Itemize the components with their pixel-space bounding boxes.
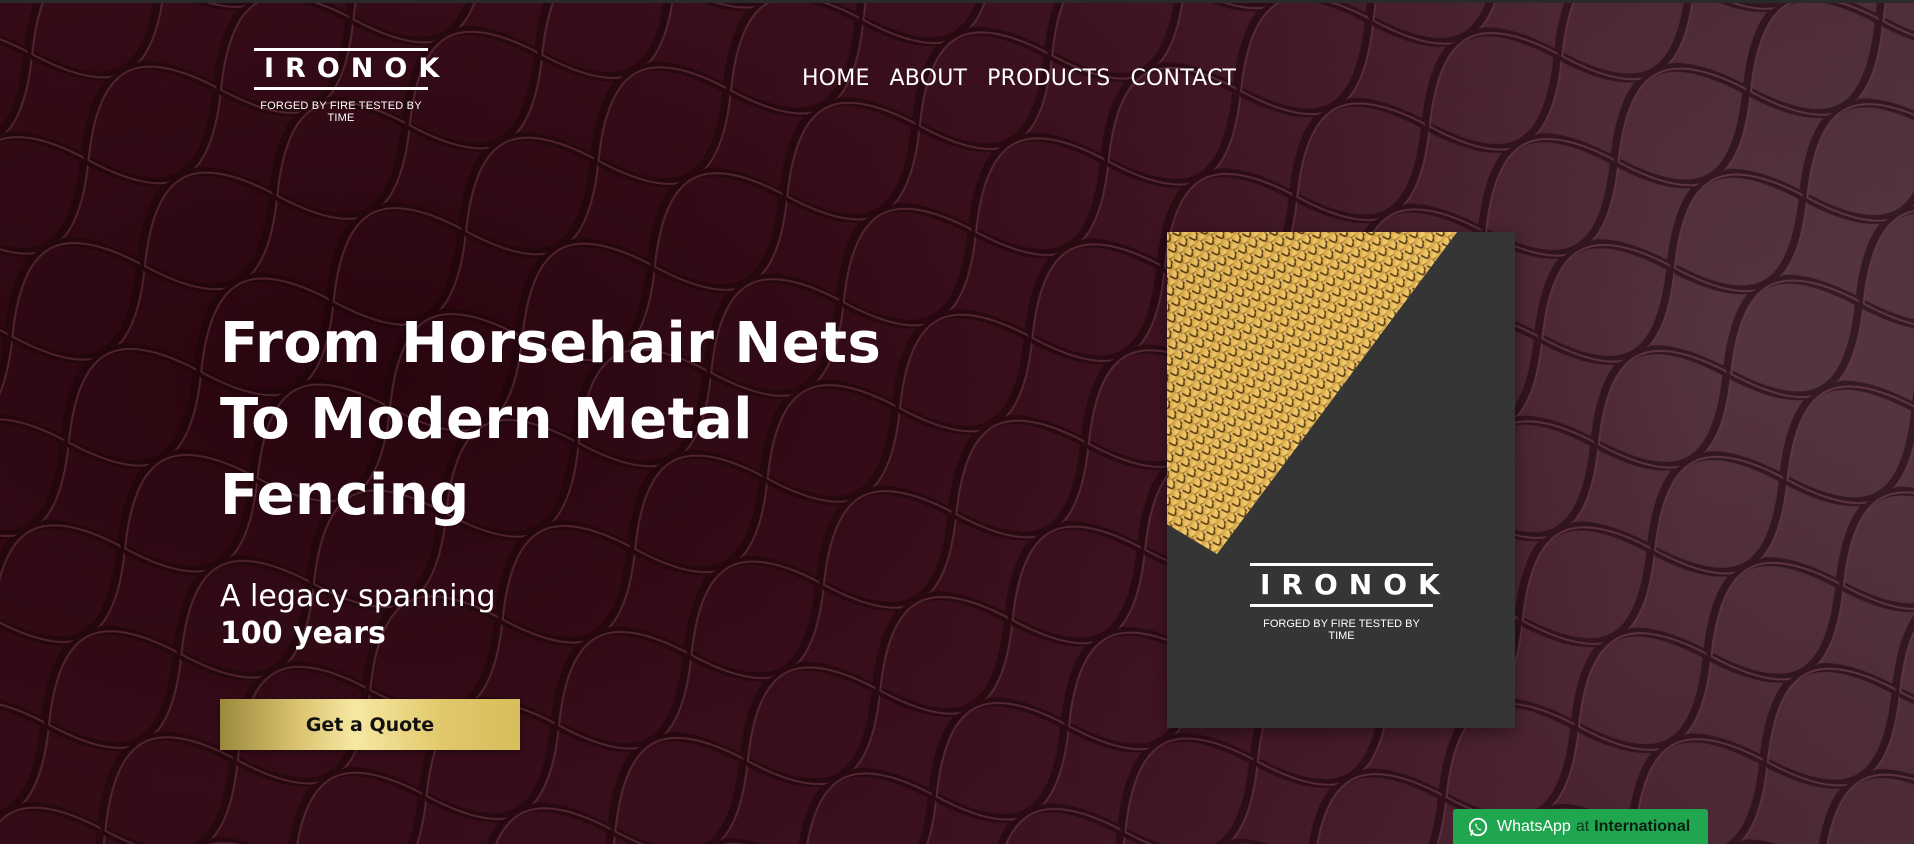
card-logo-tagline: FORGED BY FIRE TESTED BY TIME <box>1263 618 1420 642</box>
product-catalog-card[interactable] <box>1167 232 1515 728</box>
nav-products[interactable]: PRODUCTS <box>987 66 1110 91</box>
hero-subline: A legacy spanning 100 years <box>220 578 496 652</box>
whatsapp-icon <box>1468 817 1488 836</box>
logo-wordmark: IRONOK <box>264 53 451 84</box>
logo-tagline: FORGED BY FIRE TESTED BY TIME <box>260 100 422 124</box>
card-logo-wordmark: IRONOK <box>1260 568 1451 601</box>
card-logo-rule-bottom <box>1250 604 1433 607</box>
whatsapp-at: at <box>1575 817 1590 835</box>
nav-contact[interactable]: CONTACT <box>1130 66 1236 91</box>
site-logo[interactable]: IRONOK FORGED BY FIRE TESTED BY TIME <box>254 48 451 124</box>
hero-headline: From Horsehair Nets To Modern Metal Fenc… <box>220 311 882 528</box>
hero-subline-years: 100 years <box>220 616 386 651</box>
hero-subline-text: A legacy spanning <box>220 579 496 614</box>
logo-rule-bottom <box>254 87 428 90</box>
nav-about[interactable]: ABOUT <box>890 66 968 91</box>
gold-mesh-image <box>1167 232 1457 554</box>
main-nav: HOME ABOUT PRODUCTS CONTACT <box>802 66 1236 91</box>
card-logo: IRONOK FORGED BY FIRE TESTED BY TIME <box>1250 563 1451 642</box>
get-quote-button[interactable]: Get a Quote <box>220 699 520 750</box>
nav-home[interactable]: HOME <box>802 66 870 91</box>
whatsapp-region: International <box>1594 817 1691 835</box>
whatsapp-button[interactable]: WhatsApp at International <box>1453 809 1708 844</box>
whatsapp-label: WhatsApp <box>1497 817 1571 835</box>
top-border <box>0 0 1914 3</box>
